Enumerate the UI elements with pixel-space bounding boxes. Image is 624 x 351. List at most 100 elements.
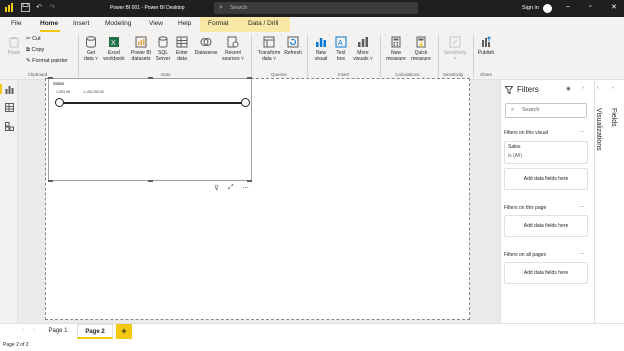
enter-data-button[interactable]: Enter data: [174, 36, 190, 62]
refresh-button[interactable]: Refresh: [283, 36, 303, 56]
data-view-icon[interactable]: [5, 103, 14, 112]
filters-title: Filters: [517, 85, 539, 94]
search-input[interactable]: ⌕ Search: [214, 2, 418, 14]
filters-search-input[interactable]: ⌕ Search: [505, 103, 587, 118]
powerbi-logo-icon: [4, 3, 14, 13]
maximize-icon[interactable]: ▫: [589, 3, 591, 10]
tab-data-drill[interactable]: Data / Drill: [248, 20, 278, 27]
resize-handle[interactable]: [247, 180, 252, 182]
sales-slicer[interactable]: [48, 78, 252, 181]
more-visuals-icon: [358, 37, 368, 47]
slicer-max-handle[interactable]: [241, 98, 250, 107]
more-options-icon[interactable]: ...: [579, 250, 584, 256]
format-painter-button[interactable]: ✎ Format painter: [26, 58, 68, 64]
add-fields-all[interactable]: Add data fields here: [504, 262, 588, 284]
copy-button[interactable]: ⧉ Copy: [26, 47, 44, 54]
slicer-min-handle[interactable]: [55, 98, 64, 107]
redo-icon[interactable]: ↷: [47, 3, 57, 13]
powerbi-datasets-button[interactable]: Power BI datasets: [129, 36, 153, 62]
new-visual-button[interactable]: New visual: [312, 36, 330, 62]
tab-help[interactable]: Help: [178, 20, 191, 27]
resize-handle[interactable]: [148, 180, 153, 182]
active-view-indicator: [0, 84, 2, 94]
database-icon: [86, 36, 96, 48]
tab-insert[interactable]: Insert: [73, 20, 89, 27]
tab-format[interactable]: Format: [208, 20, 229, 27]
resize-handle[interactable]: [48, 77, 53, 79]
cut-button[interactable]: ✂ Cut: [26, 36, 41, 42]
close-icon[interactable]: ✕: [611, 3, 617, 11]
sensitivity-button[interactable]: Sensitivity ˅: [440, 36, 470, 62]
undo-icon[interactable]: ↶: [34, 3, 44, 13]
tab-view[interactable]: View: [149, 20, 163, 27]
excel-workbook-button[interactable]: X Excel workbook: [101, 36, 127, 62]
resize-handle[interactable]: [48, 180, 53, 182]
save-icon[interactable]: [20, 3, 30, 13]
filter-icon[interactable]: ⊽: [214, 184, 219, 192]
dataverse-icon: [200, 38, 212, 46]
slicer-max-value[interactable]: 1,159,300.00: [83, 90, 104, 94]
group-clipboard: Clipboard: [28, 72, 48, 77]
group-calculations: Calculations: [395, 72, 420, 77]
dataverse-label: Dataverse: [194, 50, 218, 56]
recent-sources-icon: [227, 36, 239, 48]
prev-page-icon[interactable]: ‹: [22, 327, 24, 333]
more-visuals-button[interactable]: More visuals ˅: [352, 36, 374, 62]
model-view-icon[interactable]: [5, 122, 14, 131]
text-box-icon: A: [335, 36, 347, 48]
sql-icon: [158, 36, 168, 48]
recent-sources-button[interactable]: Recent sources ˅: [220, 36, 246, 62]
filters-search-placeholder: Search: [522, 107, 540, 113]
publish-label: Publish: [477, 50, 495, 56]
filter-funnel-icon: [505, 86, 513, 94]
add-page-button[interactable]: +: [116, 324, 132, 339]
window-title: Power BI 001 - Power BI Desktop: [110, 5, 185, 11]
dataverse-button[interactable]: Dataverse: [192, 36, 220, 56]
ribbon-separator: [307, 35, 308, 77]
add-fields-visual[interactable]: Add data fields here: [504, 168, 588, 190]
new-measure-button[interactable]: New measure: [383, 36, 409, 62]
view-switcher: [0, 80, 18, 323]
more-options-icon[interactable]: ⋯: [242, 184, 249, 192]
text-box-button[interactable]: A Text box: [333, 36, 349, 62]
tab-home[interactable]: Home: [40, 20, 58, 27]
search-icon: ⌕: [511, 107, 515, 113]
quick-measure-button[interactable]: Quick measure: [408, 36, 434, 62]
tab-modeling[interactable]: Modeling: [105, 20, 131, 27]
resize-handle[interactable]: [247, 77, 252, 79]
tab-page-2[interactable]: Page 2: [77, 324, 113, 339]
ribbon-separator: [78, 35, 79, 77]
fields-pane-label[interactable]: Fields: [610, 108, 617, 127]
more-options-icon[interactable]: ...: [579, 128, 584, 134]
ribbon-separator: [251, 35, 252, 77]
minimize-icon[interactable]: –: [566, 3, 570, 10]
report-view-icon[interactable]: [5, 85, 14, 94]
paste-button[interactable]: Paste: [5, 36, 23, 56]
visualizations-pane-label[interactable]: Visualizations: [595, 108, 602, 151]
title-bar: ↶ ↷ Power BI 001 - Power BI Desktop ⌕ Se…: [0, 0, 624, 17]
focus-mode-icon[interactable]: ⤢: [228, 184, 234, 192]
publish-button[interactable]: Publish: [476, 36, 496, 56]
next-page-icon[interactable]: ›: [33, 327, 35, 333]
search-icon: ⌕: [219, 4, 223, 11]
add-fields-page[interactable]: Add data fields here: [504, 215, 588, 237]
tab-file[interactable]: File: [11, 20, 21, 27]
signin-link[interactable]: Sign in: [522, 5, 539, 11]
account-avatar[interactable]: [543, 4, 552, 13]
eye-icon[interactable]: ◉: [566, 86, 571, 92]
slicer-min-value[interactable]: 1,653.06: [56, 90, 70, 94]
excel-label-2: workbook: [103, 56, 125, 62]
collapse-filters-icon[interactable]: ›: [582, 85, 584, 91]
tab-page-1[interactable]: Page 1: [42, 324, 74, 339]
quick-measure-icon: [416, 36, 426, 48]
expand-fields-icon[interactable]: ‹: [612, 85, 614, 91]
resize-handle[interactable]: [148, 77, 153, 79]
sql-server-button[interactable]: SQL Server: [154, 36, 172, 62]
more-options-icon[interactable]: ...: [579, 203, 584, 209]
expand-visualizations-icon[interactable]: ‹: [597, 85, 599, 91]
transform-data-button[interactable]: Transform data ˅: [254, 36, 284, 62]
paste-label: Paste: [7, 50, 21, 56]
enter-data-label-2: data: [177, 56, 187, 62]
get-data-button[interactable]: Get data ˅: [82, 36, 100, 62]
copy-label: Copy: [31, 47, 45, 53]
